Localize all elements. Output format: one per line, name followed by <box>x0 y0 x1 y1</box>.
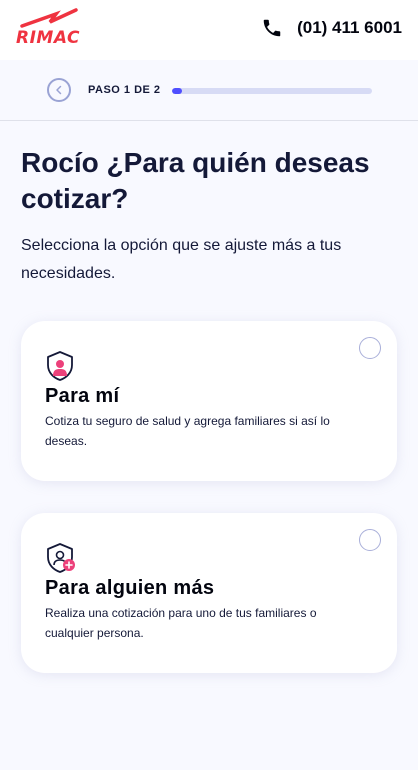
logo-mark-icon <box>20 8 78 28</box>
option-radio[interactable] <box>359 337 381 359</box>
header: RIMAC (01) 411 6001 <box>0 0 418 60</box>
logo-text: RIMAC <box>16 28 80 48</box>
option-card-para-mi[interactable]: Para mí Cotiza tu seguro de salud y agre… <box>21 321 397 481</box>
option-description: Cotiza tu seguro de salud y agrega famil… <box>45 414 330 448</box>
option-title: Para mí <box>45 385 120 407</box>
page-title: Rocío ¿Para quién deseas cotizar? <box>21 147 370 214</box>
progress-bar <box>172 88 372 94</box>
stepper: PASO 1 DE 2 <box>0 60 418 121</box>
option-title: Para alguien más <box>45 577 215 599</box>
option-card-para-alguien-mas[interactable]: Para alguien más Realiza una cotización … <box>21 513 397 673</box>
step-label: PASO 1 DE 2 <box>88 84 161 96</box>
chevron-left-icon <box>56 85 62 95</box>
progress-fill <box>172 88 182 94</box>
phone-icon <box>263 19 281 37</box>
page-subtitle: Selecciona la opción que se ajuste más a… <box>21 237 342 282</box>
option-description: Realiza una cotización para uno de tus f… <box>45 606 317 640</box>
rimac-logo[interactable]: RIMAC <box>16 8 92 48</box>
shield-user-icon <box>47 351 73 381</box>
phone-number[interactable]: (01) 411 6001 <box>297 18 402 38</box>
phone-contact[interactable]: (01) 411 6001 <box>261 17 402 39</box>
shield-user-add-icon <box>47 543 75 573</box>
option-radio[interactable] <box>359 529 381 551</box>
back-button[interactable] <box>47 78 71 102</box>
